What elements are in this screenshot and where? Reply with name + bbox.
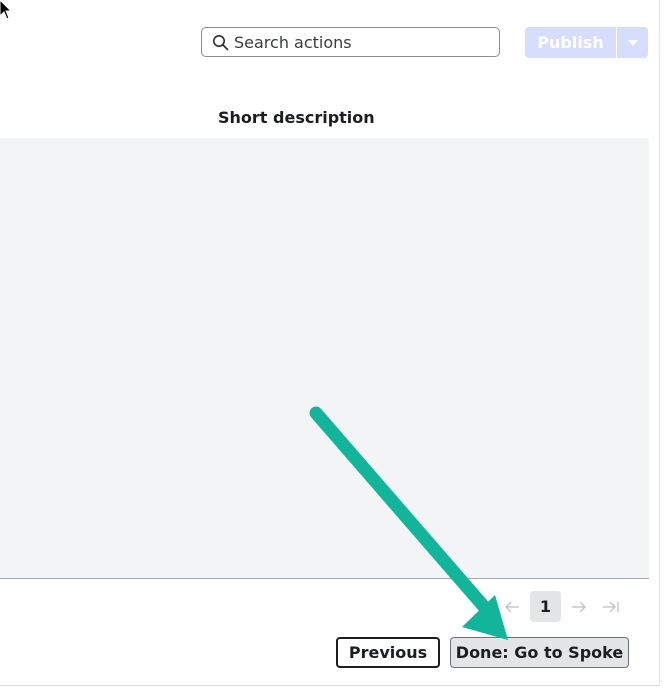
page-number-current[interactable]: 1 (530, 591, 561, 622)
cursor-icon (0, 0, 12, 20)
next-page-arrow-icon (572, 600, 587, 613)
first-page-arrow-icon (504, 600, 519, 613)
dialog-panel: Publish Short description 1 Previous Don… (0, 0, 660, 686)
last-page-button[interactable] (601, 597, 621, 617)
publish-menu-button[interactable] (616, 27, 648, 58)
table-body-empty (0, 138, 649, 579)
previous-button[interactable]: Previous (336, 637, 440, 668)
caret-down-icon (627, 39, 638, 46)
search-input[interactable] (234, 32, 484, 52)
search-icon (213, 34, 229, 50)
next-page-button[interactable] (569, 597, 589, 617)
publish-split-button: Publish (525, 27, 648, 58)
column-header-short-description[interactable]: Short description (218, 108, 375, 127)
done-go-to-spoke-button[interactable]: Done: Go to Spoke (450, 637, 629, 668)
search-field[interactable] (201, 27, 500, 57)
previous-page-icon[interactable] (502, 597, 522, 617)
publish-button[interactable]: Publish (525, 27, 616, 58)
pagination: 1 (502, 591, 621, 622)
last-page-arrow-icon (603, 600, 619, 613)
